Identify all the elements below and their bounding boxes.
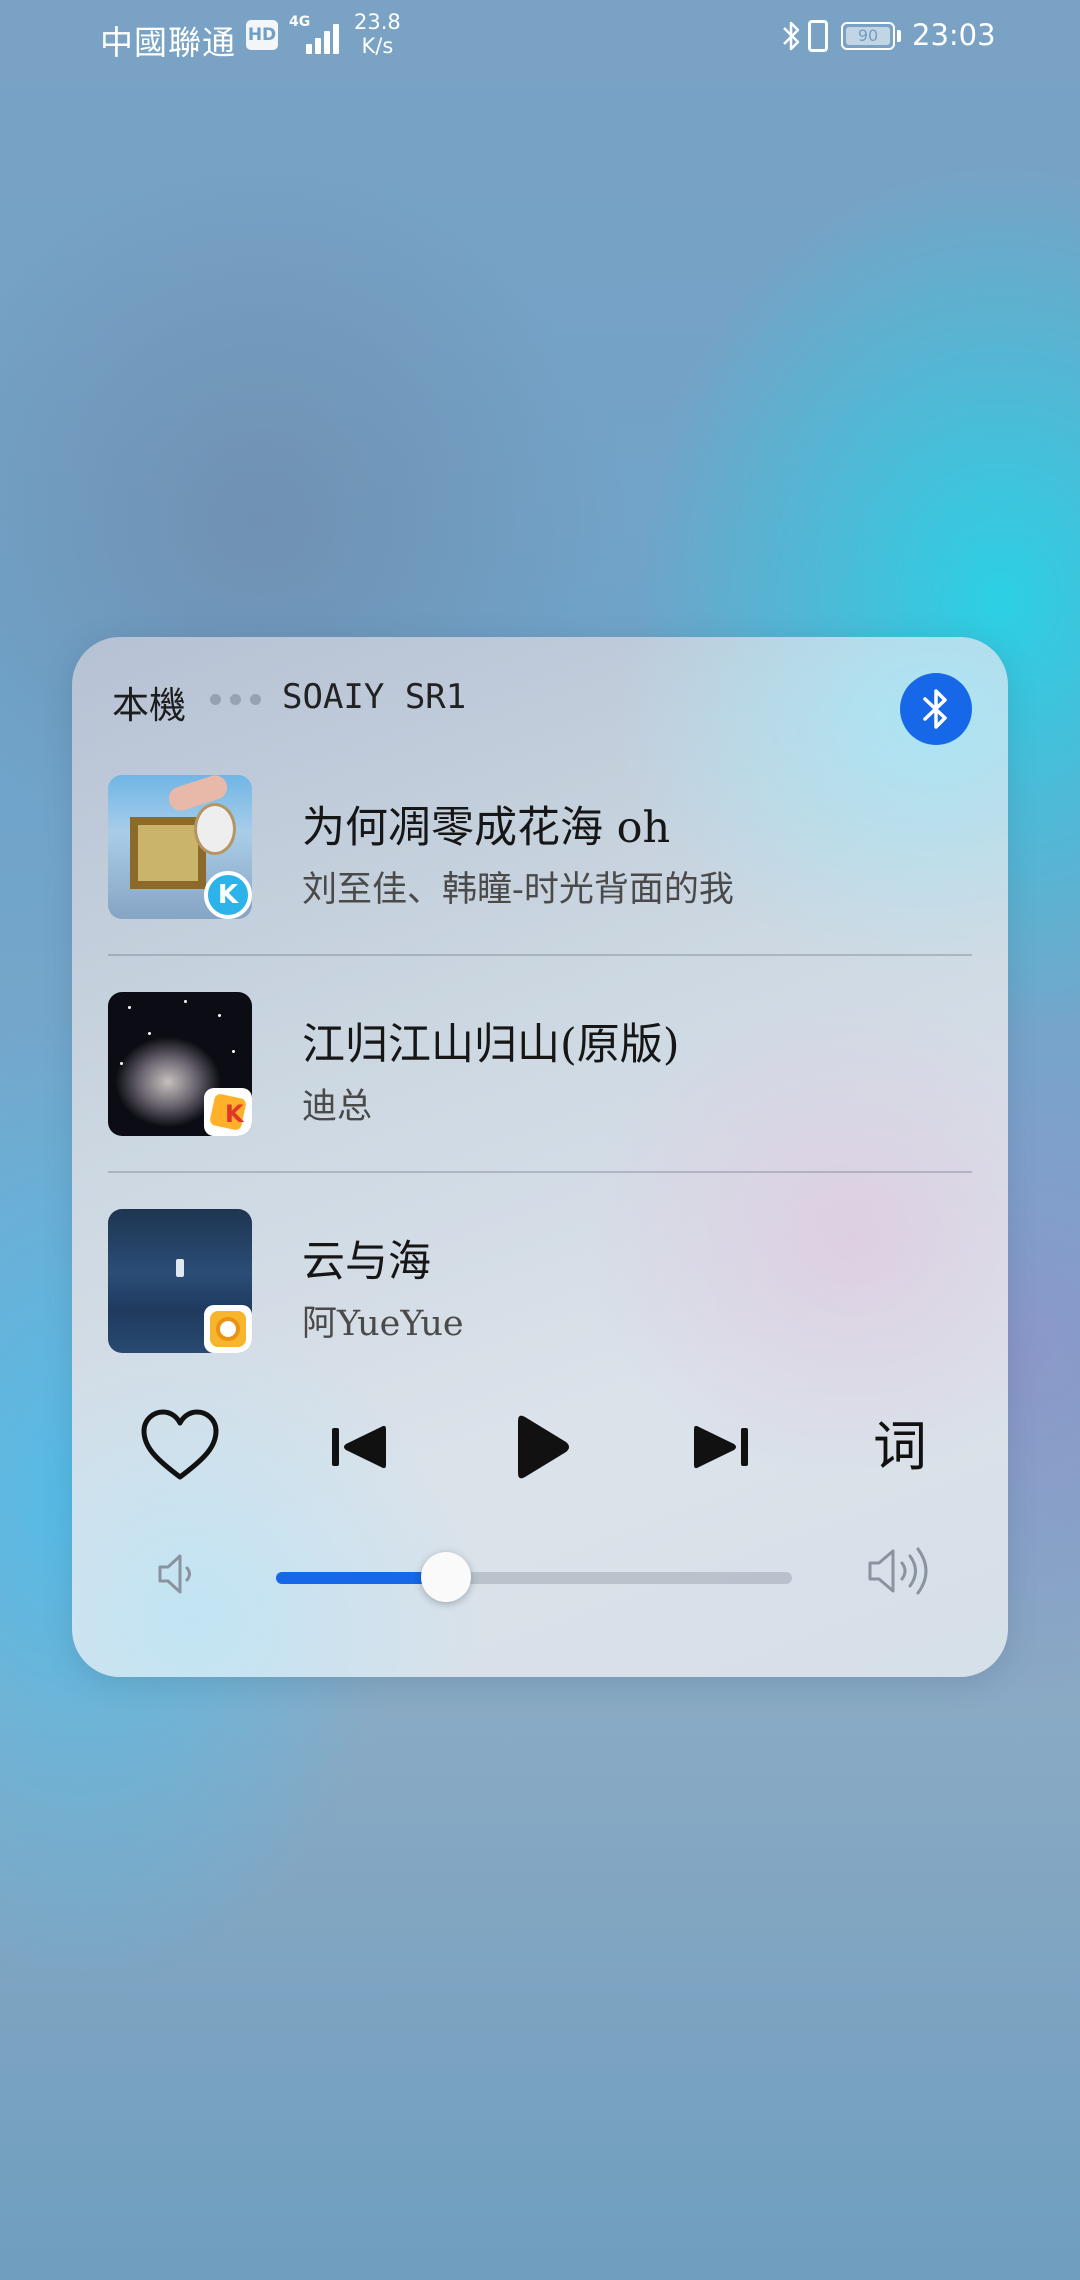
song-title: 为何凋零成花海 oh <box>302 803 671 853</box>
song-artist: 迪总 <box>302 1087 373 1127</box>
hd-badge: HD <box>246 20 278 50</box>
song-item[interactable]: 云与海 阿YueYue <box>108 1209 972 1353</box>
song-item[interactable]: K 为何凋零成花海 oh 刘至佳、韩瞳-时光背面的我 <box>108 775 972 919</box>
song-item[interactable]: 江归江山归山(原版) 迪总 <box>108 992 972 1136</box>
heart-icon[interactable] <box>136 1403 224 1491</box>
battery-icon: 90 <box>841 22 895 50</box>
album-cover <box>108 1209 252 1353</box>
previous-icon[interactable] <box>316 1403 404 1491</box>
bluetooth-icon <box>923 689 947 729</box>
divider <box>108 954 972 956</box>
battery-level: 90 <box>846 27 890 45</box>
status-bar: 中國聯通 HD 4G 23.8 K/s 90 23:03 <box>0 0 1080 80</box>
volume-thumb[interactable] <box>421 1552 472 1602</box>
album-cover: K <box>108 775 252 919</box>
bluetooth-device-name[interactable]: SOAIY SR1 <box>282 677 466 717</box>
audio-output-card: 本機 SOAIY SR1 K 为何凋零成花海 oh 刘至佳、韩瞳-时光背面的我 <box>72 637 1008 1677</box>
status-time: 23:03 <box>912 18 996 52</box>
bluetooth-status-icon <box>783 21 800 51</box>
speed-unit: K/s <box>361 34 394 58</box>
signal-icon <box>290 18 346 54</box>
local-device-label[interactable]: 本機 <box>112 675 186 729</box>
divider <box>108 1171 972 1173</box>
vibrate-icon <box>808 20 828 52</box>
kuaishou-k-icon <box>204 1088 252 1136</box>
song-artist: 阿YueYue <box>302 1304 464 1344</box>
speed-value: 23.8 <box>354 10 401 34</box>
connection-dots-icon <box>210 694 270 706</box>
volume-high-icon[interactable] <box>864 1541 944 1601</box>
lyrics-button[interactable]: 词 <box>856 1403 944 1491</box>
bluetooth-button[interactable] <box>900 673 972 745</box>
volume-slider[interactable] <box>276 1552 792 1602</box>
network-speed: 23.8 K/s <box>354 10 401 58</box>
volume-low-icon[interactable] <box>154 1549 204 1599</box>
song-title: 云与海 <box>302 1237 431 1287</box>
song-title: 江归江山归山(原版) <box>302 1020 680 1070</box>
kugou-music-icon: K <box>204 871 252 919</box>
battery-cap <box>897 30 901 42</box>
play-icon[interactable] <box>496 1403 584 1491</box>
album-cover <box>108 992 252 1136</box>
music-disc-icon <box>204 1305 252 1353</box>
carrier-label: 中國聯通 <box>100 23 236 62</box>
next-icon[interactable] <box>676 1403 764 1491</box>
song-artist: 刘至佳、韩瞳-时光背面的我 <box>302 870 734 910</box>
